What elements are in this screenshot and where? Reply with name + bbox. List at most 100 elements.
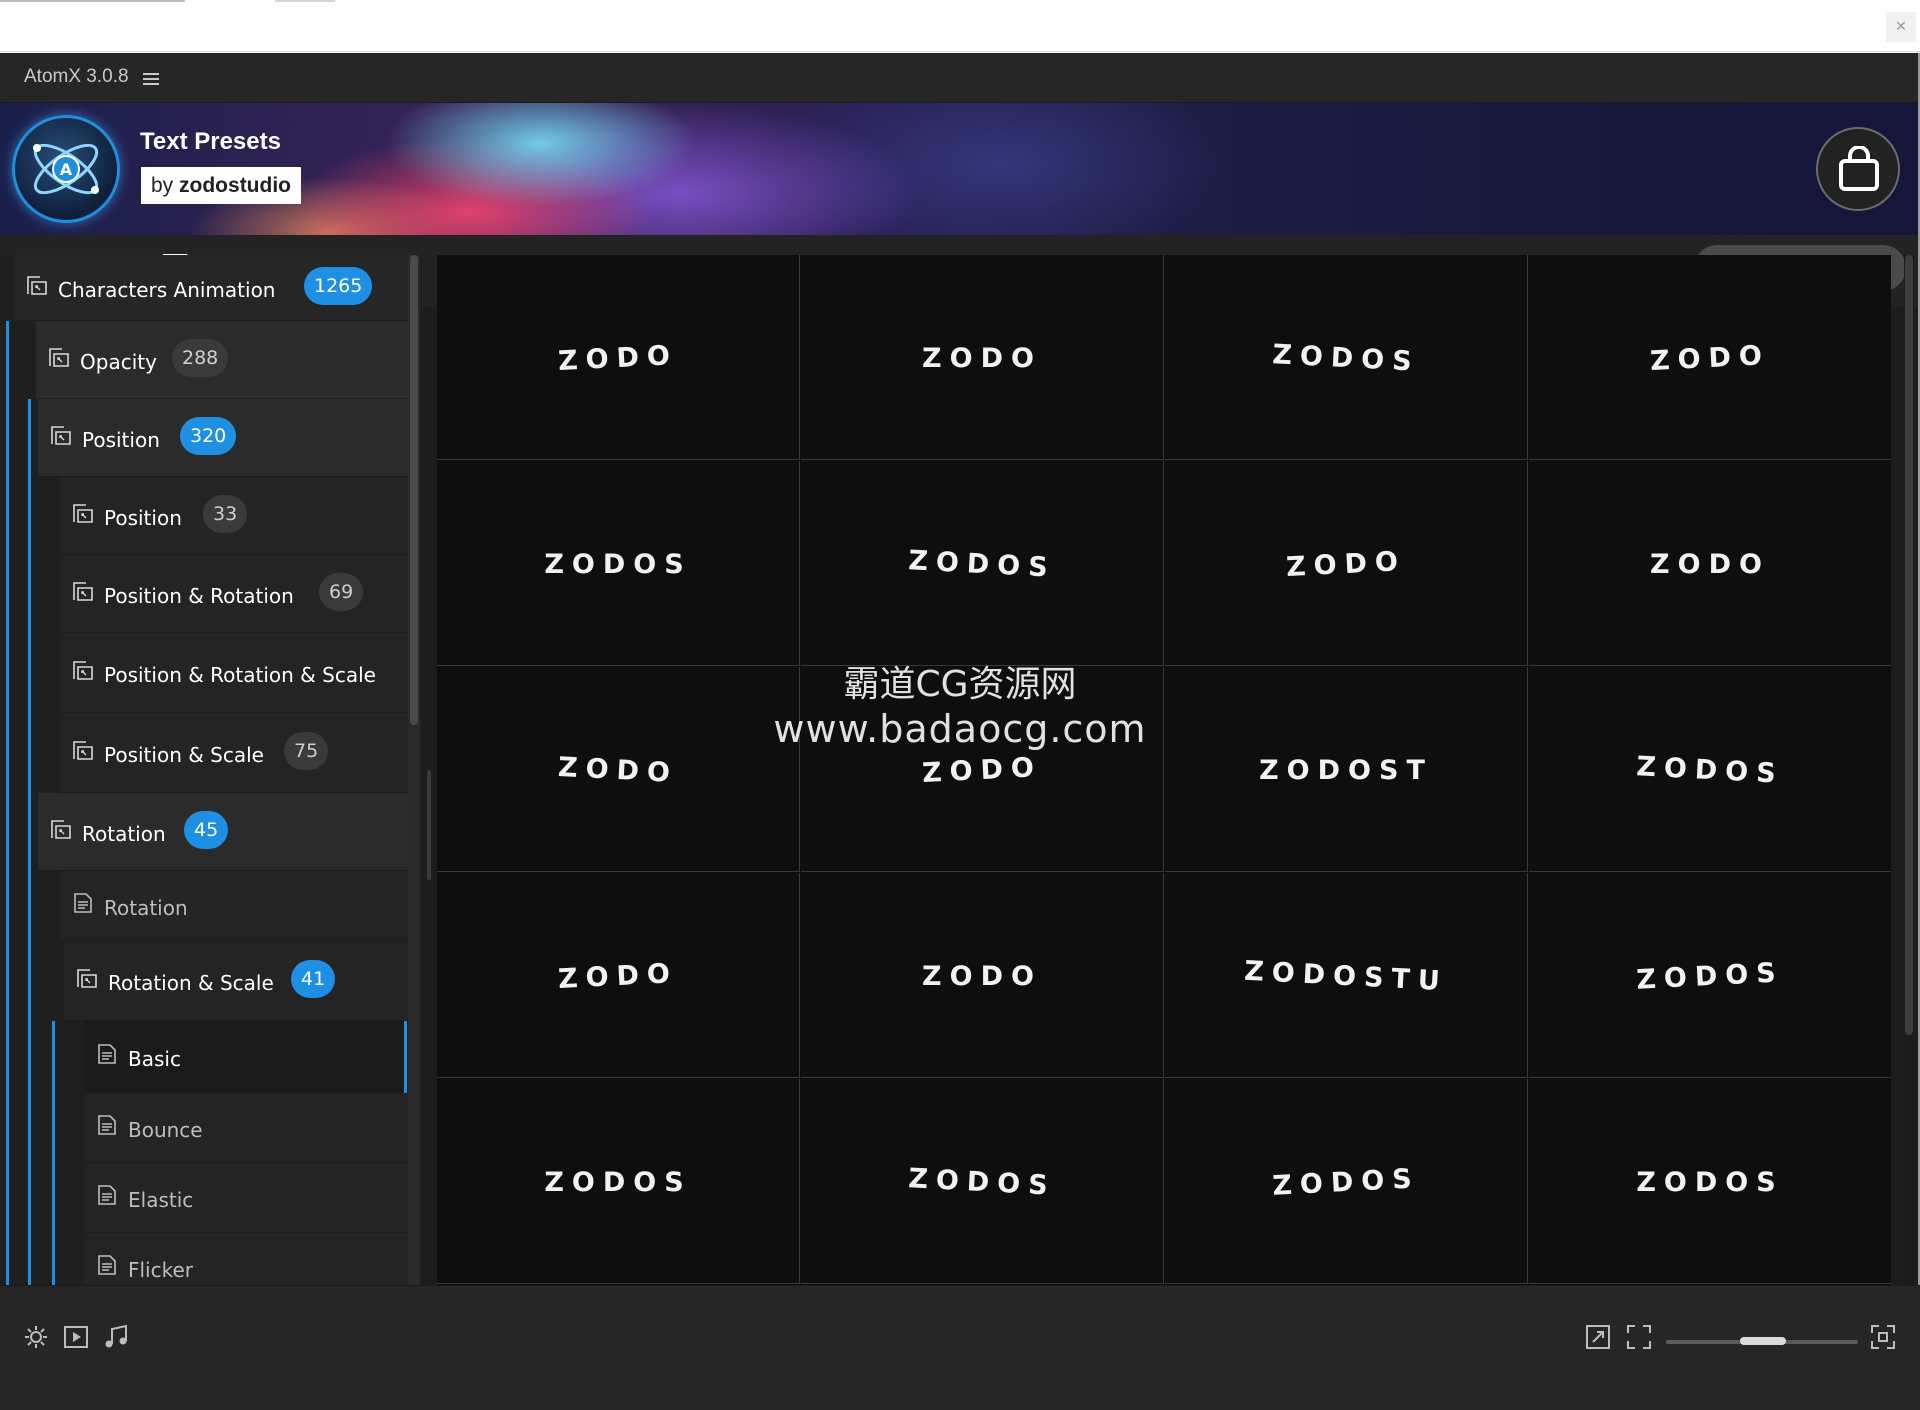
preview-text: ZODOSTU [1243,955,1449,998]
selected-item-indicator [404,1021,407,1093]
panel-footer [0,1285,1920,1410]
preset-banner: A Text Presets by zodostudio [0,103,1918,235]
watermark-text: 霸道CG资源网 [843,664,1077,705]
tree-nesting-guide [6,321,9,1285]
preview-text: ZODOS [1636,1167,1784,1198]
tree-item-label: Basic [128,1047,181,1071]
item-count-badge: 41 [291,960,336,998]
grid-scroll-thumb[interactable] [1905,255,1913,1035]
banner-author[interactable]: by zodostudio [141,167,302,204]
preset-preview-thumbnail[interactable]: ZODOS [801,461,1164,666]
tree-item-label: Position [82,428,160,452]
tree-folder-item[interactable]: Rotation 45 [38,793,408,871]
slider-thumb[interactable] [1739,1337,1786,1345]
close-icon[interactable]: ✕ [1886,12,1916,42]
preset-preview-thumbnail[interactable]: ZODOS [1165,1079,1528,1284]
tree-preset-item[interactable]: Flicker [84,1233,408,1285]
folder-preset-icon [26,274,48,296]
folder-preset-icon [50,818,72,840]
preset-document-icon [96,1254,118,1276]
tree-item-label: Opacity [80,350,157,374]
grid-scrollbar[interactable] [1904,255,1914,1285]
preset-document-icon [96,1043,118,1065]
tree-preset-item[interactable]: Elastic [84,1163,408,1233]
preset-preview-thumbnail[interactable]: ZODO [801,255,1164,460]
tree-folder-item[interactable]: Opacity 288 [36,321,408,399]
tree-item-label: Rotation [82,822,166,846]
music-note-icon[interactable] [103,1324,129,1350]
preview-text: ZODOS [1271,1163,1421,1202]
svg-text:A: A [60,160,73,179]
tree-folder-item[interactable]: Position 33 [60,477,408,555]
panel-resize-handle[interactable] [427,770,431,880]
host-window-strip: ✕ [0,0,1920,52]
hamburger-menu-icon[interactable] [143,73,159,85]
folder-preset-icon [50,424,72,446]
preset-preview-thumbnail[interactable]: ZODO [437,873,800,1078]
folder-preset-icon [76,967,98,989]
tree-preset-item[interactable]: Bounce [84,1093,408,1163]
item-count-badge: 69 [319,573,364,611]
preset-preview-thumbnail[interactable]: ZODOSTU [1165,873,1528,1078]
preset-preview-thumbnail[interactable]: ZODOS [1165,255,1528,460]
item-count-badge: 288 [172,339,229,377]
preview-text: ZODOS [1271,339,1421,378]
preview-text: ZODOS [1635,957,1785,996]
tree-item-label: Rotation [104,896,188,920]
preset-preview-thumbnail[interactable]: ZODO [437,255,800,460]
preview-text: ZODO [922,961,1042,992]
preview-text: ZODO [557,751,679,790]
preset-preview-thumbnail[interactable]: ZODOS [437,461,800,666]
preset-preview-thumbnail[interactable]: ZODO [1165,461,1528,666]
tree-folder-item[interactable]: Characters Animation 1265 [14,255,408,321]
preset-preview-thumbnail[interactable]: ZODOS [1529,1079,1891,1284]
shopping-bag-icon [1839,146,1879,191]
folder-preset-icon [72,580,94,602]
panel-titlebar: AtomX 3.0.8 [0,53,1918,103]
tree-item-label: Rotation & Scale [108,971,274,995]
item-count-badge: 45 [184,811,229,849]
expand-icon[interactable] [1585,1324,1611,1350]
preset-preview-grid: ZODO ZODO ZODOS ZODO ZODOS ZODOS ZODO ZODO ZODO Z… [437,255,1891,1285]
video-play-icon[interactable] [63,1324,89,1350]
tree-nesting-guide [28,399,31,1285]
thumbnail-size-slider[interactable] [1666,1337,1858,1345]
tree-folder-item[interactable]: Position 320 [38,399,408,477]
fit-view-icon[interactable] [1626,1324,1652,1350]
preview-text: ZODOS [544,549,692,580]
tree-item-label: Position & Rotation [104,584,294,608]
fullscreen-icon[interactable] [1870,1324,1896,1350]
preview-text: ZODOS [1635,751,1785,790]
folder-preset-icon [72,502,94,524]
tree-folder-item[interactable]: Rotation & Scale 41 [64,941,408,1021]
settings-gear-icon[interactable] [23,1324,49,1350]
preset-preview-thumbnail[interactable]: ZODOS [437,1079,800,1284]
preview-text: ZODO [557,957,679,996]
preset-preview-thumbnail[interactable]: ZODO [1529,461,1891,666]
preset-document-icon [96,1184,118,1206]
preset-preview-thumbnail[interactable]: ZODO [801,873,1164,1078]
preview-text: ZODO [1650,549,1770,580]
sidebar-scrollbar[interactable] [408,255,420,1285]
item-count-badge: 1265 [304,267,373,305]
tree-folder-item[interactable]: Position & Rotation 69 [60,555,408,633]
item-count-badge: 33 [203,495,248,533]
preview-text: ZODOS [907,1163,1057,1202]
preview-text: ZODO [1285,545,1407,584]
preset-preview-thumbnail[interactable]: ZODOS [1529,873,1891,1078]
app-title: AtomX 3.0.8 [24,66,129,87]
preview-text: ZODOST [1259,755,1433,786]
tree-preset-item[interactable]: Basic [84,1021,408,1093]
host-tab-indicator [0,0,185,2]
tree-item-label: Elastic [128,1188,194,1212]
category-tree: Characters Animation 1265 Opacity 288 Positi… [0,255,422,1285]
tree-preset-item[interactable]: Rotation [60,871,408,941]
tree-item-label: Flicker [128,1258,194,1282]
store-button[interactable] [1816,127,1900,211]
banner-by-prefix: by [151,174,174,197]
preset-preview-thumbnail[interactable]: ZODOS [801,1079,1164,1284]
preset-preview-thumbnail[interactable]: ZODO [1529,255,1891,460]
preview-text: ZODO [922,343,1042,374]
tree-item-label: Position [104,506,182,530]
host-tab-indicator-2 [275,0,335,2]
